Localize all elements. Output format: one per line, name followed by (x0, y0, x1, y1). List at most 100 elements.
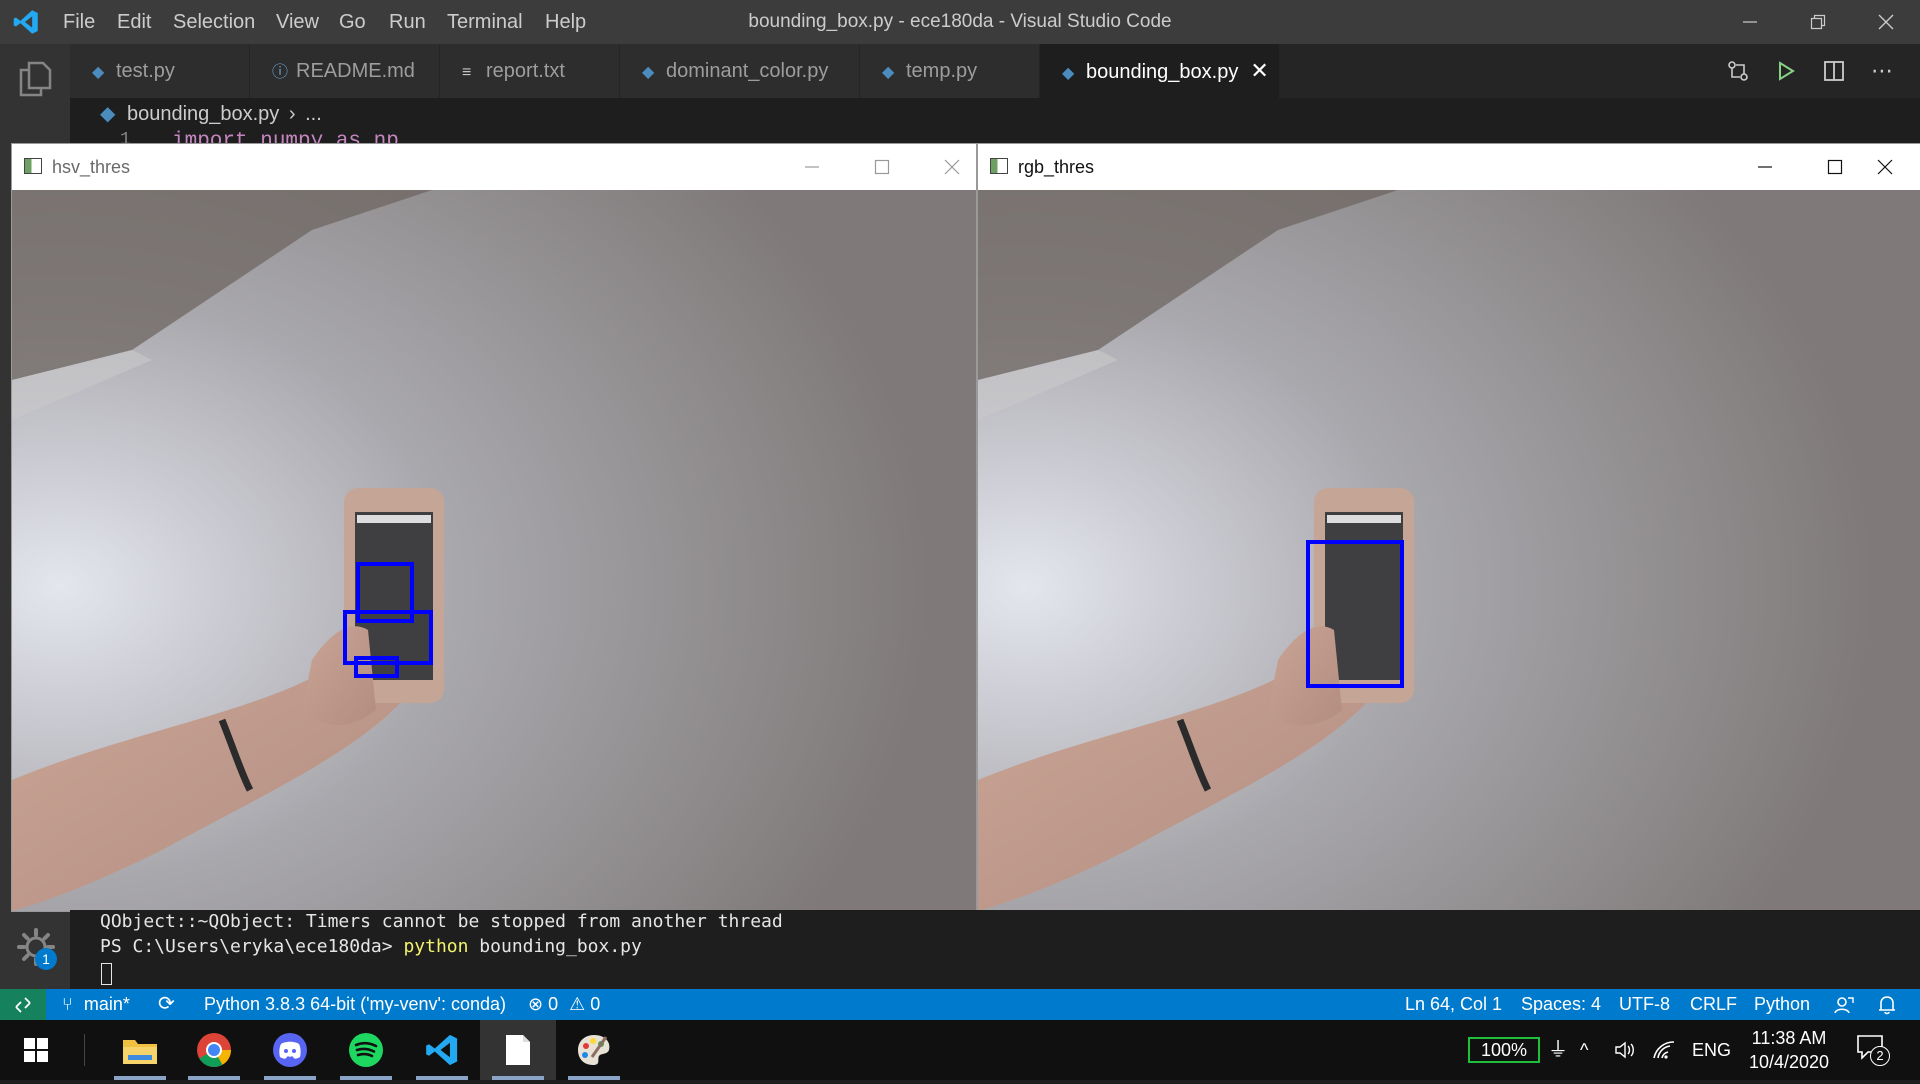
minimize-button[interactable] (1716, 0, 1784, 44)
action-center-button[interactable]: 2 (1856, 1034, 1890, 1066)
tab-label: report.txt (486, 60, 565, 82)
tab-bounding-box-py[interactable]: ◆ bounding_box.py ✕ (1040, 44, 1280, 98)
vscode-logo-icon (13, 10, 38, 34)
editor-tabs: ◆ test.py ⓘ README.md ≡ report.txt ◆ dominan… (70, 44, 1920, 98)
menu-edit[interactable]: Edit (106, 0, 162, 44)
opencv-window-icon (24, 158, 42, 174)
tab-readme-md[interactable]: ⓘ README.md (250, 44, 440, 98)
tab-temp-py[interactable]: ◆ temp.py (860, 44, 1040, 98)
volume-button[interactable] (1614, 1020, 1636, 1080)
tab-dominant-color-py[interactable]: ◆ dominant_color.py (620, 44, 860, 98)
menu-go[interactable]: Go (328, 0, 377, 44)
taskbar-file-explorer[interactable] (102, 1020, 178, 1080)
menu-help[interactable]: Help (534, 0, 597, 44)
input-language[interactable]: ENG (1692, 1020, 1731, 1080)
taskbar-chrome[interactable] (176, 1020, 252, 1080)
cv-title-bar: hsv_thres (12, 144, 976, 190)
tab-label: bounding_box.py (1086, 61, 1239, 83)
breadcrumb-file[interactable]: bounding_box.py (127, 103, 279, 125)
taskbar-paint[interactable] (556, 1020, 632, 1080)
battery-indicator[interactable]: 100% (1468, 1037, 1540, 1063)
python-interpreter-selector[interactable]: Python 3.8.3 64-bit ('my-venv': conda) (204, 989, 506, 1020)
clock[interactable]: 11:38 AM 10/4/2020 (1744, 1026, 1834, 1074)
taskbar-discord[interactable] (252, 1020, 328, 1080)
split-editor-icon (1824, 61, 1844, 81)
tab-label: dominant_color.py (666, 60, 829, 82)
branch-status[interactable]: ⑂ main* (62, 989, 130, 1020)
cv-close-button[interactable] (917, 144, 987, 190)
menu-selection[interactable]: Selection (162, 0, 266, 44)
text-file-icon: ≡ (462, 64, 472, 81)
eol-status[interactable]: CRLF (1690, 989, 1737, 1020)
folder-icon (123, 1040, 157, 1064)
camera-frame (12, 190, 976, 911)
cv-title-bar: rgb_thres (978, 144, 1920, 190)
more-icon: ⋯ (1871, 58, 1893, 83)
remote-indicator-button[interactable] (0, 989, 46, 1020)
menu-file[interactable]: File (52, 0, 106, 44)
taskbar-spotify[interactable] (328, 1020, 404, 1080)
minimize-icon (805, 166, 819, 168)
cursor-position[interactable]: Ln 64, Col 1 (1405, 989, 1502, 1020)
paint-palette-icon (578, 1035, 610, 1065)
split-editor-button[interactable] (1810, 44, 1858, 98)
feedback-button[interactable] (1834, 989, 1854, 1020)
breadcrumb-symbol[interactable]: ... (305, 103, 322, 125)
problems-status[interactable]: ⊗ 0 ⚠ 0 (528, 989, 600, 1020)
opencv-window-icon (990, 158, 1008, 174)
tab-label: test.py (116, 60, 175, 82)
cv-minimize-button[interactable] (777, 144, 847, 190)
discord-icon (273, 1033, 307, 1067)
terminal-panel[interactable]: QObject::~QObject: Timers cannot be stop… (70, 910, 1920, 989)
start-button[interactable] (0, 1020, 72, 1080)
show-hidden-icons-button[interactable]: ^ (1580, 1020, 1588, 1080)
terminal-line: QObject::~QObject: Timers cannot be stop… (100, 911, 783, 932)
active-app-indicator (188, 1076, 240, 1080)
notifications-button[interactable] (1878, 989, 1896, 1020)
windows-taskbar: 100% ⏚ ^ ENG 11:38 AM 10/4/2020 2 (0, 1020, 1920, 1080)
play-icon (1779, 61, 1795, 81)
explorer-files-icon[interactable] (17, 60, 53, 98)
active-app-indicator (114, 1076, 166, 1080)
wifi-icon (1653, 1041, 1675, 1059)
cv-minimize-button[interactable] (1730, 144, 1800, 190)
webcam-image (12, 190, 976, 911)
python-icon: ◆ (100, 103, 116, 125)
open-changes-button[interactable] (1714, 44, 1762, 98)
indentation-status[interactable]: Spaces: 4 (1521, 989, 1601, 1020)
minimize-icon (1743, 21, 1757, 23)
wifi-button[interactable] (1652, 1020, 1676, 1080)
info-icon: ⓘ (272, 64, 289, 81)
close-tab-icon[interactable]: ✕ (1250, 44, 1268, 98)
encoding-status[interactable]: UTF-8 (1619, 989, 1670, 1020)
chevron-right-icon: › (288, 103, 296, 125)
camera-frame (978, 190, 1920, 911)
run-python-file-button[interactable] (1762, 44, 1810, 98)
sync-button[interactable]: ⟳ (158, 989, 175, 1020)
menu-terminal[interactable]: Terminal (436, 0, 534, 44)
cv-window-title: hsv_thres (52, 157, 131, 177)
close-window-button[interactable] (1852, 0, 1920, 44)
warning-count: 0 (590, 994, 601, 1014)
python-icon: ◆ (1062, 65, 1075, 82)
python-icon: ◆ (882, 64, 895, 81)
language-mode[interactable]: Python (1754, 989, 1810, 1020)
active-app-indicator (568, 1076, 620, 1080)
maximize-icon (874, 159, 890, 175)
bell-icon (1879, 996, 1895, 1015)
restore-button[interactable] (1784, 0, 1852, 44)
spotify-icon (349, 1033, 383, 1067)
python-icon: ◆ (92, 64, 105, 81)
taskbar-divider (84, 1034, 85, 1066)
taskbar-notepad[interactable] (480, 1020, 556, 1080)
menu-run[interactable]: Run (378, 0, 437, 44)
tab-test-py[interactable]: ◆ test.py (70, 44, 250, 98)
tab-report-txt[interactable]: ≡ report.txt (440, 44, 620, 98)
more-actions-button[interactable]: ⋯ (1858, 44, 1906, 98)
menu-view[interactable]: View (265, 0, 330, 44)
taskbar-vscode[interactable] (404, 1020, 480, 1080)
cv-maximize-button[interactable] (847, 144, 917, 190)
git-branch-icon: ⑂ (62, 994, 73, 1014)
terminal-cursor (101, 963, 112, 985)
cv-close-button[interactable] (1850, 144, 1920, 190)
